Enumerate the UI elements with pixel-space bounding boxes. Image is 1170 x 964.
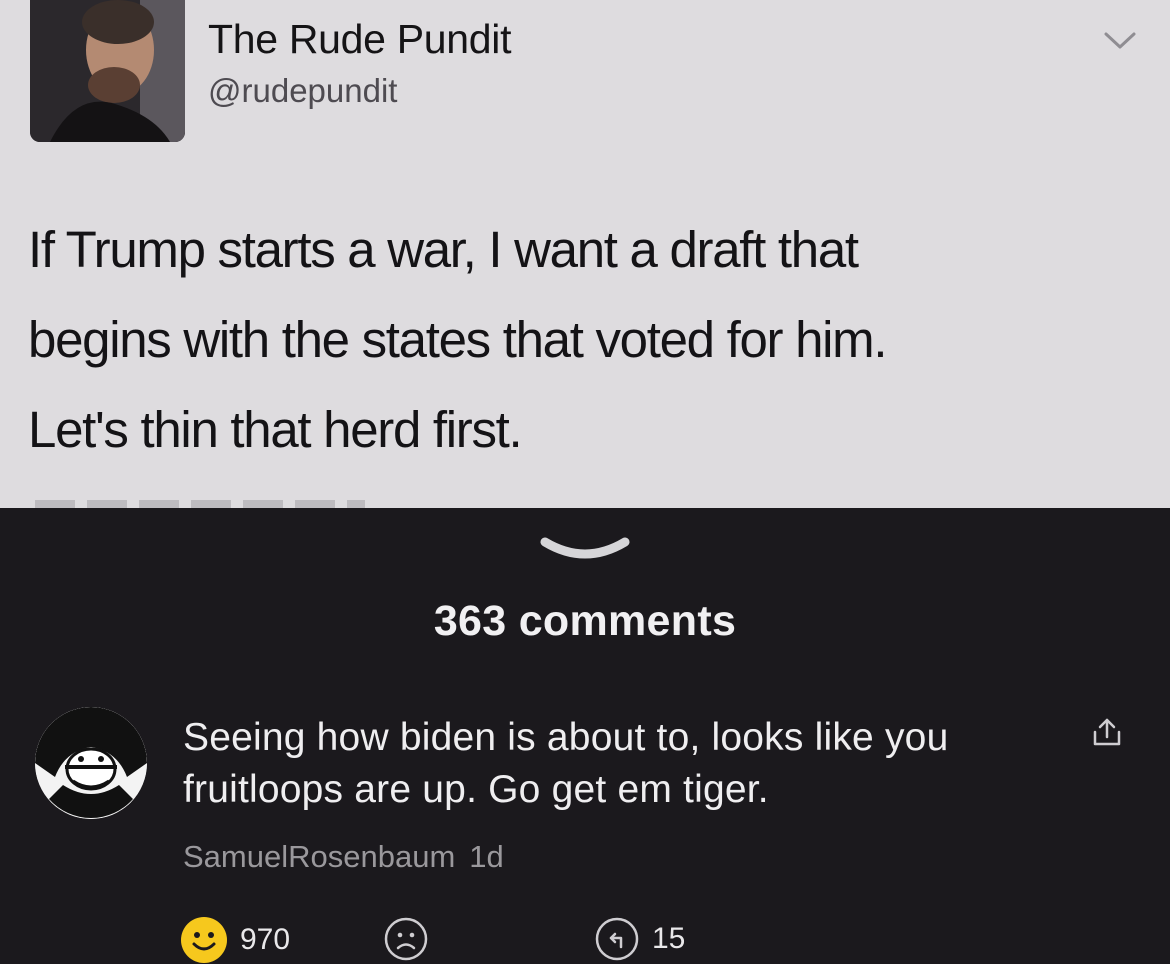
tweet-text: If Trump starts a war, I want a draft th… bbox=[28, 221, 888, 458]
reply-button[interactable]: 15 bbox=[594, 916, 685, 962]
commenter-avatar[interactable] bbox=[35, 707, 147, 819]
comment-meta: SamuelRosenbaum 1d bbox=[183, 839, 504, 875]
user-photo-avatar[interactable] bbox=[30, 0, 185, 142]
avatar-portrait bbox=[30, 0, 185, 142]
share-icon[interactable] bbox=[1090, 716, 1124, 755]
like-button[interactable]: 970 bbox=[180, 916, 290, 964]
smiley-face-icon bbox=[181, 917, 227, 963]
tweet-timestamp-cutoff bbox=[35, 500, 365, 508]
tweet-card: The Rude Pundit @rudepundit If Trump sta… bbox=[0, 0, 1170, 508]
collapse-chevron-icon[interactable] bbox=[537, 532, 633, 567]
display-name[interactable]: The Rude Pundit bbox=[208, 16, 512, 63]
dislike-button[interactable] bbox=[383, 916, 429, 962]
comment-author[interactable]: SamuelRosenbaum bbox=[183, 839, 455, 874]
comment-text: Seeing how biden is about to, looks like… bbox=[183, 716, 949, 811]
reply-count: 15 bbox=[652, 922, 686, 955]
bandit-character-avatar-icon bbox=[35, 707, 147, 819]
user-handle[interactable]: @rudepundit bbox=[208, 72, 397, 110]
like-count: 970 bbox=[240, 923, 291, 956]
sad-face-icon bbox=[384, 917, 428, 961]
comments-count: 363 comments bbox=[433, 597, 737, 645]
comment-time: 1d bbox=[469, 839, 504, 874]
reply-arrow-icon bbox=[595, 917, 639, 961]
chevron-down-icon[interactable] bbox=[1103, 30, 1137, 55]
